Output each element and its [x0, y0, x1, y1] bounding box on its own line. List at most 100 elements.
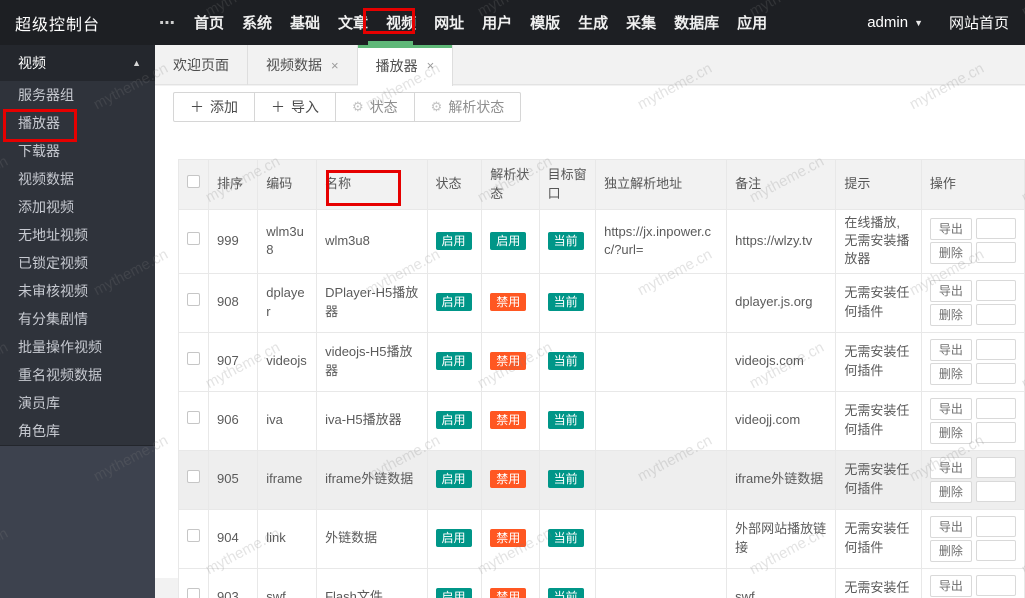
- sidebar-item-2-current[interactable]: 播放器: [0, 109, 155, 137]
- nav-item-11[interactable]: 数据库: [672, 8, 721, 37]
- export-button[interactable]: 导出: [929, 279, 972, 302]
- sidebar-item-5[interactable]: 添加视频: [0, 193, 155, 221]
- sidebar-item-9[interactable]: 有分集剧情: [0, 305, 155, 333]
- column-header-6[interactable]: 目标窗口: [538, 159, 597, 210]
- delete-button[interactable]: 删除: [929, 480, 972, 503]
- row-checkbox[interactable]: [187, 293, 200, 307]
- column-header-8[interactable]: 备注: [726, 159, 837, 210]
- delete-button[interactable]: 删除: [929, 421, 972, 444]
- cell-status: 启用: [426, 209, 483, 274]
- cell-parse-status: 禁用: [481, 567, 540, 598]
- delete-button[interactable]: 删除: [929, 303, 972, 326]
- cutoff-button[interactable]: [975, 480, 1016, 502]
- column-header-5[interactable]: 解析状态: [481, 159, 540, 210]
- cell-code: iframe: [257, 449, 318, 510]
- row-checkbox[interactable]: [187, 411, 200, 425]
- status-badge: 当前: [547, 293, 584, 312]
- column-header-2[interactable]: 编码: [257, 159, 318, 210]
- status-badge: 启用: [435, 293, 472, 312]
- nav-item-3[interactable]: 基础: [288, 8, 322, 37]
- action-line: 删除: [929, 539, 1016, 562]
- cutoff-button[interactable]: [975, 303, 1016, 325]
- cutoff-button[interactable]: [975, 279, 1016, 301]
- nav-item-2[interactable]: 系统: [240, 8, 274, 37]
- toolbar-button-label: 解析状态: [448, 99, 505, 115]
- sidebar-item-8[interactable]: 未审核视频: [0, 277, 155, 305]
- cutoff-button[interactable]: [975, 456, 1016, 478]
- toolbar-button-3[interactable]: ⚙ 状态: [336, 92, 415, 122]
- cell-actions: 导出删除: [920, 331, 1025, 392]
- cell-name: wlm3u8: [316, 209, 428, 274]
- sidebar-item-7[interactable]: 已锁定视频: [0, 249, 155, 277]
- export-button[interactable]: 导出: [929, 515, 972, 538]
- user-menu[interactable]: admin ▼: [867, 14, 923, 31]
- column-header-3[interactable]: 名称: [316, 159, 428, 210]
- cell-name: Flash文件: [316, 567, 428, 598]
- cell-code: link: [257, 508, 318, 569]
- select-all-checkbox[interactable]: [187, 175, 200, 189]
- row-checkbox[interactable]: [187, 529, 200, 543]
- cutoff-button[interactable]: [975, 242, 1016, 264]
- close-icon[interactable]: ×: [427, 58, 435, 73]
- gear-icon: ⚙: [352, 99, 364, 114]
- sidebar-item-10[interactable]: 批量操作视频: [0, 333, 155, 361]
- cell-parse-status: 禁用: [481, 272, 540, 333]
- toolbar-button-2[interactable]: ＋ 导入: [255, 92, 336, 122]
- nav-item-4[interactable]: 文章: [336, 8, 370, 37]
- cell-target-window: 当前: [538, 272, 597, 333]
- sidebar-item-12[interactable]: 演员库: [0, 389, 155, 417]
- row-checkbox[interactable]: [187, 588, 200, 598]
- nav-item-8[interactable]: 模版: [528, 8, 562, 37]
- cutoff-button[interactable]: [975, 362, 1016, 384]
- row-checkbox[interactable]: [187, 470, 200, 484]
- toolbar-button-4[interactable]: ⚙ 解析状态: [414, 92, 522, 122]
- tab-3-active[interactable]: 播放器 ×: [357, 45, 454, 86]
- export-button[interactable]: 导出: [929, 397, 972, 420]
- sidebar-item-3[interactable]: 下载器: [0, 137, 155, 165]
- tab-1[interactable]: 欢迎页面: [155, 45, 248, 85]
- export-button[interactable]: 导出: [929, 338, 972, 361]
- row-checkbox[interactable]: [187, 232, 200, 246]
- nav-item-9[interactable]: 生成: [576, 8, 610, 37]
- export-button[interactable]: 导出: [929, 456, 972, 479]
- column-header-7[interactable]: 独立解析地址: [595, 159, 728, 210]
- row-checkbox-cell: [178, 508, 209, 569]
- sidebar-item-6[interactable]: 无地址视频: [0, 221, 155, 249]
- nav-more-icon[interactable]: ⋯: [150, 13, 184, 33]
- column-header-4[interactable]: 状态: [426, 159, 483, 210]
- toolbar-button-1[interactable]: ＋ 添加: [173, 92, 255, 122]
- cell-sort: 906: [207, 390, 259, 451]
- sidebar-item-1[interactable]: 服务器组: [0, 81, 155, 109]
- site-home-link[interactable]: 网站首页: [949, 12, 1009, 33]
- cutoff-button[interactable]: [975, 397, 1016, 419]
- nav-item-7[interactable]: 用户: [480, 8, 514, 37]
- sidebar-section-video[interactable]: 视频 ▲: [0, 45, 155, 81]
- column-header-10[interactable]: 操作: [920, 159, 1025, 210]
- delete-button[interactable]: 删除: [929, 362, 972, 385]
- row-checkbox[interactable]: [187, 352, 200, 366]
- export-button[interactable]: 导出: [929, 218, 972, 241]
- sidebar-item-13[interactable]: 角色库: [0, 417, 155, 445]
- column-header-1[interactable]: 排序: [207, 159, 259, 210]
- column-header-9[interactable]: 提示: [835, 159, 922, 210]
- export-button[interactable]: 导出: [929, 574, 972, 597]
- tab-2[interactable]: 视频数据 ×: [248, 45, 358, 85]
- delete-button[interactable]: 删除: [929, 242, 972, 265]
- delete-button[interactable]: 删除: [929, 539, 972, 562]
- cell-sort: 903: [207, 567, 259, 598]
- close-icon[interactable]: ×: [331, 58, 339, 73]
- sidebar-item-11[interactable]: 重名视频数据: [0, 361, 155, 389]
- nav-item-6[interactable]: 网址: [432, 8, 466, 37]
- nav-item-12[interactable]: 应用: [735, 8, 769, 37]
- sidebar-item-4[interactable]: 视频数据: [0, 165, 155, 193]
- cutoff-button[interactable]: [975, 574, 1016, 596]
- nav-item-10[interactable]: 采集: [624, 8, 658, 37]
- cutoff-button[interactable]: [975, 218, 1016, 240]
- cutoff-button[interactable]: [975, 539, 1016, 561]
- cutoff-button[interactable]: [975, 338, 1016, 360]
- cell-name: 外链数据: [316, 508, 428, 569]
- nav-item-5-active[interactable]: 视频: [384, 8, 418, 37]
- nav-item-1[interactable]: 首页: [192, 8, 226, 37]
- cutoff-button[interactable]: [975, 421, 1016, 443]
- cutoff-button[interactable]: [975, 515, 1016, 537]
